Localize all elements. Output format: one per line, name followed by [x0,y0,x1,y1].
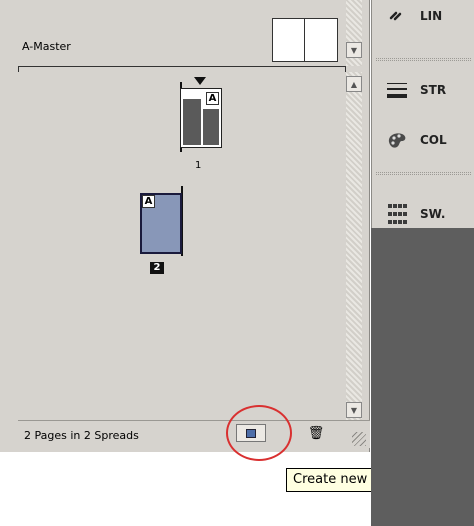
trash-icon: 🗑 [307,425,325,441]
pages-panel: A-Master ▼ ▲ ▼ A 1 A 2 2 Pages in 2 Spre… [0,0,370,452]
master-right-page [305,19,337,61]
arrow-up-icon: ▲ [350,79,358,89]
page-content-frame [183,99,201,145]
panel-label: COL [420,133,447,147]
master-scrollbar[interactable]: ▼ [346,0,362,66]
page-1-master-prefix: A [206,92,219,105]
collapsed-panels: LIN STR COL SW. [371,0,474,228]
delete-page-button[interactable]: 🗑 [306,423,326,443]
pages-scrollbar[interactable]: ▲ ▼ [346,72,362,420]
master-spread-thumbnail[interactable] [272,18,338,62]
arrow-down-icon: ▼ [350,45,358,55]
panel-separator [376,172,471,175]
page-2-master-prefix: A [142,195,155,208]
panel-label: STR [420,83,447,97]
highlight-circle [226,405,292,461]
page-2-number: 2 [150,262,164,274]
master-page-row[interactable]: A-Master [0,0,346,66]
panel-label: SW. [420,207,446,221]
arrow-down-icon: ▼ [350,405,358,415]
right-dock: LIN STR COL SW. [371,0,474,526]
color-icon [386,129,408,151]
panel-tab-swatches[interactable]: SW. [372,194,474,234]
pages-scroll-down-button[interactable]: ▼ [346,402,362,418]
panel-tab-stroke[interactable]: STR [372,70,474,110]
page-1-number: 1 [195,160,202,171]
panel-label: LIN [420,9,443,23]
panel-tab-color[interactable]: COL [372,120,474,160]
stroke-icon [386,79,408,101]
links-icon [386,5,408,27]
master-label: A-Master [22,40,71,53]
pages-scroll-up-button[interactable]: ▲ [346,76,362,92]
page-content-frame [203,109,219,145]
current-page-indicator-icon [194,77,206,85]
master-scroll-down-button[interactable]: ▼ [346,42,362,58]
resize-grip[interactable] [352,432,366,446]
panel-separator [376,58,471,61]
panel-tab-links[interactable]: LIN [372,0,474,36]
status-text: 2 Pages in 2 Spreads [24,429,139,442]
master-left-page [273,19,305,61]
swatches-icon [386,203,408,225]
panel-divider[interactable] [18,66,346,72]
